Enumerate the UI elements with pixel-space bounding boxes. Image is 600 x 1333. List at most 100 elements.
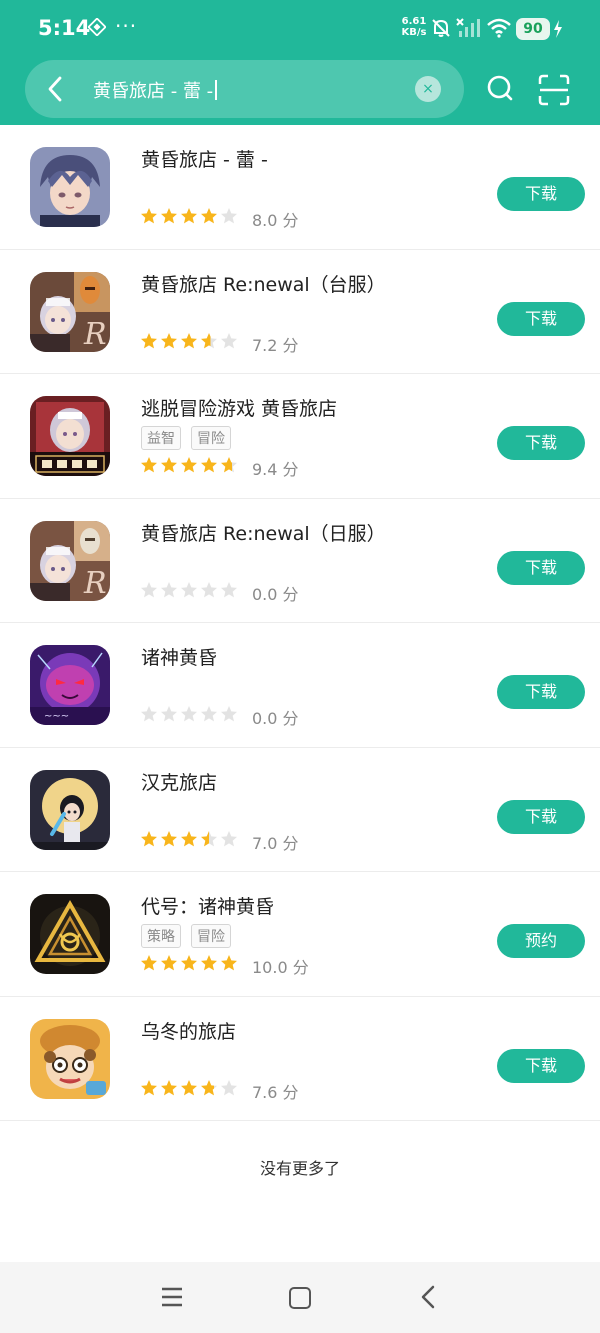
charging-icon: [554, 20, 562, 38]
star-icon: [161, 581, 177, 597]
battery-indicator: 90: [516, 18, 550, 40]
star-icon: [181, 1079, 197, 1095]
star-icon: [161, 332, 177, 348]
home-icon[interactable]: [289, 1287, 311, 1309]
anime-boy-icon[interactable]: [30, 147, 110, 227]
star-icon: [181, 332, 197, 348]
triangle-emblem-icon[interactable]: [30, 894, 110, 974]
rating-value: 8.0 分: [252, 211, 299, 230]
app-name: 诸神黄昏: [141, 647, 218, 669]
list-item[interactable]: 逃脱冒险游戏 黄昏旅店 益智 冒险 9.4 分 下载: [0, 374, 600, 499]
search-results-list: 黄昏旅店 - 蕾 - 8.0 分 下载 R 黄昏旅店 Re:newal（台服） …: [0, 125, 600, 1121]
system-nav-bar: [0, 1262, 600, 1333]
star-icon: [201, 332, 217, 348]
star-icon: [141, 706, 157, 722]
scan-icon[interactable]: [538, 74, 570, 106]
star-icon: [201, 706, 217, 722]
star-icon: [161, 457, 177, 473]
download-button[interactable]: 下载: [497, 177, 585, 211]
star-icon: [141, 332, 157, 348]
star-icon: [201, 581, 217, 597]
rating-value: 7.0 分: [252, 833, 299, 853]
tag-badge: 冒险: [191, 426, 231, 450]
star-icon: [181, 706, 197, 722]
rating-value: 0.0 分: [252, 709, 299, 728]
back-arrow-icon[interactable]: [43, 75, 69, 103]
download-button[interactable]: 下载: [497, 675, 585, 709]
ragnarok-icon[interactable]: ~~~: [30, 645, 110, 725]
app-name: 黄昏旅店 Re:newal（日服）: [141, 522, 386, 545]
download-button[interactable]: 下载: [497, 301, 585, 336]
hotel-maid-icon[interactable]: R: [30, 520, 110, 601]
list-item[interactable]: ~~~ 诸神黄昏 0.0 分 下载: [0, 623, 600, 748]
star-icon: [161, 955, 177, 971]
rating-value: 7.6 分: [252, 1082, 299, 1102]
search-icon[interactable]: [485, 72, 515, 106]
clear-search-icon[interactable]: ×: [415, 76, 441, 102]
star-icon: [221, 830, 237, 846]
app-name: 逃脱冒险游戏 黄昏旅店: [141, 398, 338, 420]
download-button[interactable]: 下载: [497, 550, 585, 585]
star-icon: [141, 581, 157, 597]
rating-value: 0.0 分: [252, 584, 299, 604]
list-item[interactable]: 汉克旅店 7.0 分 下载: [0, 748, 600, 872]
star-icon: [221, 332, 237, 348]
download-button[interactable]: 下载: [497, 799, 585, 834]
wifi-icon: [487, 18, 511, 38]
status-bar: 5:14 ··· 6.61 KB/s 90: [0, 0, 600, 58]
star-icon: [161, 1079, 177, 1095]
star-icon: [181, 208, 197, 224]
list-item[interactable]: R 黄昏旅店 Re:newal（台服） 7.2 分 下载: [0, 250, 600, 374]
mute-bell-icon: [432, 19, 450, 37]
tag-badge: 策略: [141, 924, 181, 948]
app-name: 汉克旅店: [141, 771, 218, 794]
star-icon: [221, 1079, 237, 1095]
hotel-maid-icon[interactable]: R: [30, 271, 110, 352]
list-item[interactable]: 代号：诸神黄昏 策略 冒险 10.0 分 预约: [0, 872, 600, 997]
star-icon: [201, 955, 217, 971]
signal-icon: [456, 18, 480, 37]
app-tags: 益智 冒险: [141, 426, 241, 450]
moon-girl-icon[interactable]: [30, 769, 110, 850]
star-icon: [181, 457, 197, 473]
star-icon: [161, 208, 177, 224]
star-icon: [181, 955, 197, 971]
star-icon: [141, 208, 157, 224]
search-bar[interactable]: 黄昏旅店 - 蕾 - ×: [25, 60, 464, 118]
status-time: 5:14: [38, 16, 91, 40]
star-icon: [221, 208, 237, 224]
list-item[interactable]: 乌冬的旅店 7.6 分 下载: [0, 997, 600, 1121]
star-icon: [221, 457, 237, 473]
list-item[interactable]: R 黄昏旅店 Re:newal（日服） 0.0 分 下载: [0, 499, 600, 623]
vpn-icon: [88, 18, 106, 36]
star-icon: [161, 706, 177, 722]
svg-text:R: R: [83, 566, 107, 601]
star-icon: [201, 457, 217, 473]
search-input[interactable]: 黄昏旅店 - 蕾 -: [93, 77, 218, 103]
app-name: 黄昏旅店 Re:newal（台服）: [141, 273, 386, 296]
back-nav-icon[interactable]: [418, 1284, 438, 1310]
rating-value: 10.0 分: [252, 958, 309, 977]
no-more-label: 没有更多了: [259, 1159, 340, 1178]
star-icon: [221, 955, 237, 971]
app-name: 乌冬的旅店: [141, 1020, 237, 1043]
download-button[interactable]: 下载: [497, 426, 585, 460]
twilight-hotel-icon[interactable]: [30, 396, 110, 476]
reserve-button[interactable]: 预约: [497, 924, 585, 958]
more-status-icon: ···: [115, 14, 138, 38]
star-icon: [141, 955, 157, 971]
star-icon: [161, 830, 177, 846]
cartoon-chef-icon[interactable]: [30, 1018, 110, 1099]
svg-text:~~~: ~~~: [44, 711, 69, 722]
star-icon: [181, 830, 197, 846]
star-icon: [201, 208, 217, 224]
list-item[interactable]: 黄昏旅店 - 蕾 - 8.0 分 下载: [0, 125, 600, 250]
text-caret: [215, 80, 218, 100]
star-icon: [201, 1079, 217, 1095]
recent-apps-icon[interactable]: [160, 1286, 184, 1308]
app-name: 黄昏旅店 - 蕾 -: [141, 149, 268, 171]
rating-value: 7.2 分: [252, 335, 299, 355]
app-name: 代号：诸神黄昏: [141, 896, 275, 918]
download-button[interactable]: 下载: [497, 1048, 585, 1083]
tag-badge: 冒险: [191, 924, 231, 948]
